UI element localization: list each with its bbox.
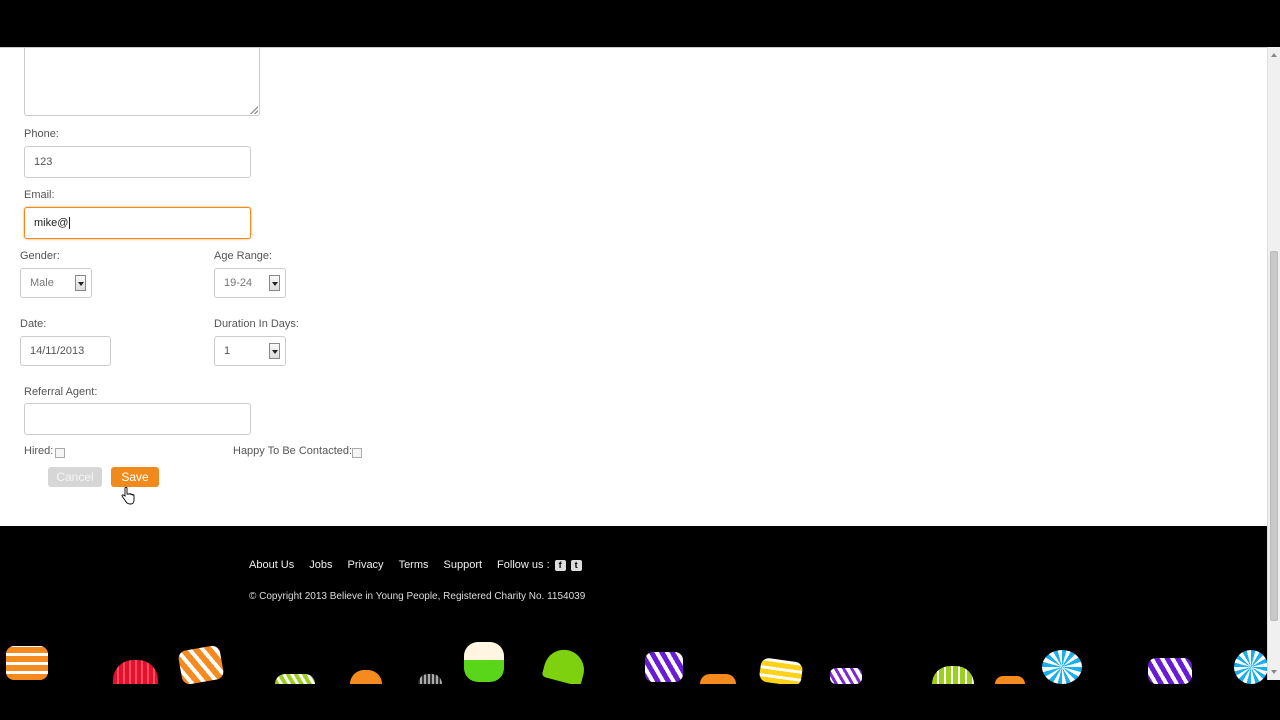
dropdown-arrow-icon[interactable]	[269, 275, 280, 291]
footer-nav: About Us Jobs Privacy Terms Support Foll…	[249, 559, 582, 571]
candy-icon	[1042, 650, 1082, 684]
scrollbar-thumb[interactable]	[1270, 251, 1278, 621]
text-caret	[69, 217, 71, 229]
duration-value: 1	[224, 345, 231, 357]
age-range-select[interactable]: 19-24	[214, 268, 286, 298]
cancel-button[interactable]: Cancel	[48, 467, 102, 487]
gender-value: Male	[30, 277, 54, 289]
candy-icon	[700, 674, 736, 684]
candy-icon	[1148, 658, 1192, 684]
referral-agent-label: Referral Agent:	[24, 386, 98, 398]
candy-icon	[113, 660, 158, 684]
candy-icon	[418, 674, 442, 684]
twitter-icon[interactable]: t	[570, 559, 582, 571]
duration-select[interactable]: 1	[214, 336, 286, 366]
age-range-value: 19-24	[224, 277, 253, 289]
dropdown-arrow-icon[interactable]	[269, 343, 280, 359]
candy-icon	[830, 668, 862, 684]
scroll-down-icon[interactable]	[1271, 670, 1277, 674]
footer-link-terms[interactable]: Terms	[399, 559, 429, 571]
candy-icon	[350, 670, 382, 684]
gender-label: Gender:	[20, 250, 60, 262]
candy-icon	[932, 666, 974, 684]
form-panel: Phone: 123 Email: mike@ Gender: Male Age…	[0, 47, 1267, 526]
phone-input[interactable]: 123	[24, 146, 251, 178]
happy-to-be-contacted-label: Happy To Be Contacted:	[233, 445, 353, 457]
resize-grip-icon[interactable]	[250, 106, 258, 114]
date-value: 14/11/2013	[30, 345, 85, 357]
duration-label: Duration In Days:	[214, 318, 299, 330]
dropdown-arrow-icon[interactable]	[75, 275, 86, 291]
candy-icon	[464, 642, 504, 682]
scroll-up-icon[interactable]	[1271, 53, 1277, 57]
gender-select[interactable]: Male	[20, 268, 92, 298]
candy-icon	[275, 674, 315, 684]
footer-link-privacy[interactable]: Privacy	[348, 559, 384, 571]
candy-icon	[1234, 650, 1267, 684]
follow-us-label: Follow us :	[497, 559, 550, 571]
happy-to-be-contacted-checkbox[interactable]	[352, 448, 362, 458]
age-range-label: Age Range:	[214, 250, 273, 262]
phone-label: Phone:	[24, 128, 59, 140]
footer-link-support[interactable]: Support	[444, 559, 483, 571]
browser-viewport: Phone: 123 Email: mike@ Gender: Male Age…	[0, 0, 1280, 720]
address-textarea[interactable]	[24, 48, 260, 116]
candy-icon	[541, 645, 589, 684]
footer-link-about-us[interactable]: About Us	[249, 559, 294, 571]
hand-pointer-icon	[121, 487, 135, 505]
date-input[interactable]: 14/11/2013	[20, 336, 111, 366]
hired-label: Hired:	[24, 445, 54, 457]
date-label: Date:	[20, 318, 47, 330]
candy-icon	[758, 657, 804, 684]
footer-link-jobs[interactable]: Jobs	[309, 559, 332, 571]
candy-icon	[177, 644, 225, 684]
referral-agent-input[interactable]	[24, 403, 251, 435]
decorative-banner	[0, 640, 1267, 684]
vertical-scrollbar[interactable]	[1267, 47, 1280, 680]
email-value: mike@	[34, 217, 69, 229]
candy-icon	[6, 646, 48, 680]
candy-icon	[995, 676, 1025, 684]
follow-us: Follow us : f t	[497, 559, 582, 571]
email-label: Email:	[24, 189, 55, 201]
candy-icon	[645, 652, 683, 682]
copyright-text: © Copyright 2013 Believe in Young People…	[249, 591, 586, 602]
email-input[interactable]: mike@	[24, 207, 251, 239]
save-button[interactable]: Save	[111, 467, 159, 487]
facebook-icon[interactable]: f	[554, 559, 566, 571]
hired-checkbox[interactable]	[55, 448, 65, 458]
